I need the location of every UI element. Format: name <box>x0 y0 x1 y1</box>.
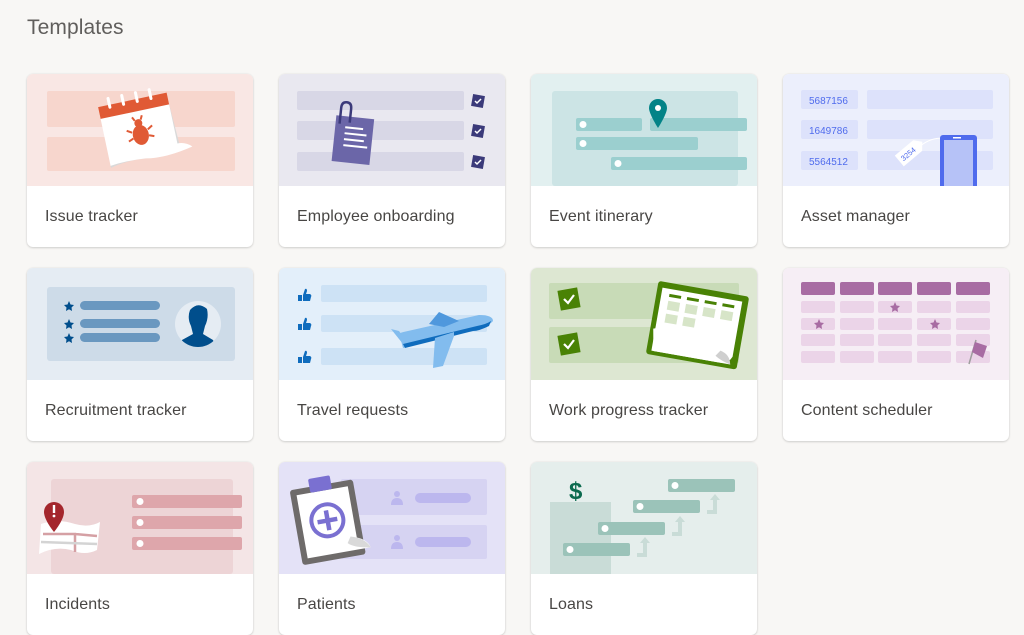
template-thumbnail: $ <box>531 462 757 574</box>
dollar-steps-icon: $ <box>531 462 757 574</box>
template-label: Content scheduler <box>801 402 933 419</box>
template-thumbnail <box>279 268 505 380</box>
template-label: Loans <box>549 596 594 613</box>
calendar-check-icon <box>531 268 757 380</box>
map-alert-icon <box>27 462 253 574</box>
template-card-employee-onboarding[interactable]: Employee onboarding <box>279 74 505 247</box>
template-card-content-scheduler[interactable]: Content scheduler <box>783 268 1009 441</box>
template-card-asset-manager[interactable]: 5687156 1649786 5564512 3254 Asset manag… <box>783 74 1009 247</box>
page-title: Templates <box>27 16 124 39</box>
clipboard-checklist-icon <box>279 74 505 186</box>
template-card-loans[interactable]: $ Loans <box>531 462 757 635</box>
template-label: Travel requests <box>297 402 409 419</box>
template-thumbnail <box>27 74 253 186</box>
template-label: Employee onboarding <box>297 208 455 225</box>
template-card-work-progress-tracker[interactable]: Work progress tracker <box>531 268 757 441</box>
template-thumbnail <box>531 268 757 380</box>
template-label: Patients <box>297 596 356 613</box>
map-pin-icon <box>531 74 757 186</box>
calendar-bug-icon <box>27 74 253 186</box>
template-thumbnail: 5687156 1649786 5564512 3254 <box>783 74 1009 186</box>
calendar-flag-icon <box>783 268 1009 380</box>
template-thumbnail <box>279 462 505 574</box>
airplane-icon <box>279 268 505 380</box>
template-thumbnail <box>279 74 505 186</box>
person-profile-icon <box>27 268 253 380</box>
template-card-event-itinerary[interactable]: Event itinerary <box>531 74 757 247</box>
template-thumbnail <box>531 74 757 186</box>
clipboard-medical-icon <box>279 462 505 574</box>
template-label: Recruitment tracker <box>45 402 187 419</box>
template-card-recruitment-tracker[interactable]: Recruitment tracker <box>27 268 253 441</box>
asset-id: 1649786 <box>809 126 848 137</box>
templates-grid: Issue tracker Employee onboarding Event … <box>27 74 1009 635</box>
template-label: Work progress tracker <box>549 402 709 419</box>
template-card-incidents[interactable]: Incidents <box>27 462 253 635</box>
template-card-travel-requests[interactable]: Travel requests <box>279 268 505 441</box>
asset-id: 5564512 <box>809 157 848 168</box>
template-label: Issue tracker <box>45 208 138 225</box>
template-thumbnail <box>783 268 1009 380</box>
template-label: Asset manager <box>801 208 910 225</box>
template-card-issue-tracker[interactable]: Issue tracker <box>27 74 253 247</box>
phone-tag-icon: 5687156 1649786 5564512 3254 <box>783 74 1009 186</box>
asset-id: 5687156 <box>809 96 848 107</box>
template-thumbnail <box>27 462 253 574</box>
template-card-patients[interactable]: Patients <box>279 462 505 635</box>
dollar-sign: $ <box>569 478 583 505</box>
template-thumbnail <box>27 268 253 380</box>
template-label: Incidents <box>45 596 110 613</box>
template-label: Event itinerary <box>549 208 653 225</box>
